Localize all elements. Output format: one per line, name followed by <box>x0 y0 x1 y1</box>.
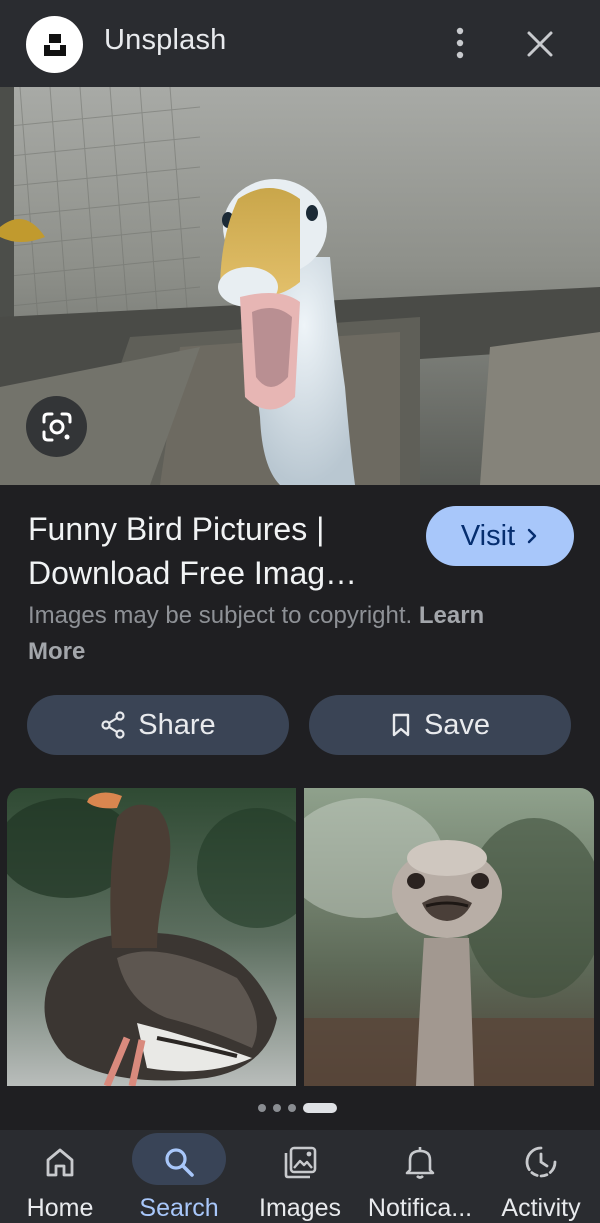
page-dot[interactable] <box>258 1104 266 1112</box>
bookmark-icon <box>392 713 410 737</box>
nav-notifications[interactable]: Notifica... <box>357 1130 483 1223</box>
visit-label: Visit <box>460 519 516 552</box>
nav-activity[interactable]: Activity <box>486 1130 596 1223</box>
related-image-ostrich[interactable] <box>304 788 594 1086</box>
page-dot[interactable] <box>288 1104 296 1112</box>
bottom-navigation: Home Search Images Notifica... Activity <box>0 1130 600 1223</box>
copyright-text: Images may be subject to copyright. <box>28 602 413 629</box>
more-vert-icon[interactable] <box>446 26 474 60</box>
share-button[interactable]: Share <box>27 695 289 755</box>
nav-search-label: Search <box>139 1194 219 1222</box>
nav-images[interactable]: Images <box>250 1130 350 1223</box>
share-label: Share <box>138 708 216 741</box>
result-image[interactable] <box>0 87 600 485</box>
unsplash-logo[interactable] <box>26 16 83 73</box>
unsplash-logo-icon <box>43 33 66 56</box>
nav-home[interactable]: Home <box>0 1130 120 1223</box>
search-icon <box>165 1148 194 1177</box>
bell-icon <box>405 1147 435 1179</box>
site-name: Unsplash <box>104 24 227 56</box>
save-label: Save <box>423 708 491 741</box>
lens-search-button[interactable] <box>26 396 87 457</box>
page-dot-active[interactable] <box>303 1103 337 1113</box>
related-image-goose[interactable] <box>7 788 296 1086</box>
images-icon <box>284 1146 317 1179</box>
nav-search[interactable]: Search <box>120 1130 238 1223</box>
close-icon[interactable] <box>522 26 558 62</box>
copyright-notice: Images may be subject to copyright. Lear… <box>28 598 548 670</box>
save-button[interactable]: Save <box>309 695 571 755</box>
share-icon <box>101 711 125 739</box>
result-title[interactable]: Funny Bird Pictures | Download Free Imag… <box>28 507 408 595</box>
home-icon <box>46 1148 74 1177</box>
carousel-pagination <box>258 1101 337 1115</box>
nav-home-label: Home <box>26 1194 94 1222</box>
visit-button[interactable]: Visit <box>426 506 574 566</box>
activity-icon <box>525 1146 557 1178</box>
google-lens-icon <box>42 412 71 441</box>
page-dot[interactable] <box>273 1104 281 1112</box>
nav-activity-label: Activity <box>501 1194 581 1222</box>
nav-images-label: Images <box>259 1194 341 1222</box>
nav-notifications-label: Notifica... <box>367 1194 473 1222</box>
chevron-right-icon <box>527 528 537 544</box>
top-bar: Unsplash <box>0 0 600 87</box>
